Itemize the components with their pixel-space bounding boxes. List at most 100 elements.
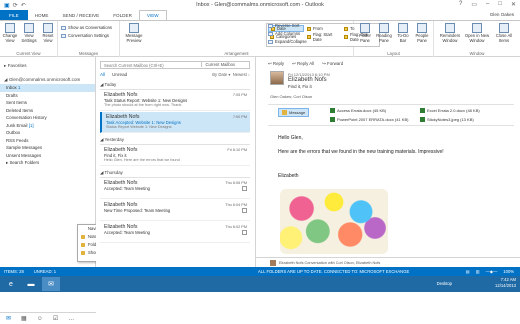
list-item[interactable]: Elizabeth Nofs Find it, Fix it Hello Gle…: [100, 145, 250, 166]
group-header-thursday[interactable]: ◢ Thursday: [100, 170, 250, 178]
message-preview-button[interactable]: Message Preview: [124, 23, 144, 44]
taskbar: e ▬ ✉ Desktop 7:42 AM 12/14/2013: [0, 276, 520, 292]
ribbon-display-icon[interactable]: ▭: [471, 1, 477, 8]
folder-inbox[interactable]: Inbox 1: [0, 84, 95, 92]
reading-view-icon[interactable]: ▥: [476, 269, 480, 274]
ribbon: Change View View Settings Reset View Cur…: [0, 20, 520, 57]
people-pane-bar[interactable]: Elizabeth Nofs Conversation with Cori Ol…: [256, 257, 520, 267]
meeting-icon: [242, 230, 247, 235]
change-view-button[interactable]: Change View: [1, 23, 19, 44]
open-new-window-button[interactable]: Open in New Window: [464, 23, 490, 44]
group-header-today[interactable]: ◢ Today: [100, 82, 250, 90]
folder-search-folders[interactable]: ▸ Search Folders: [0, 159, 95, 167]
folder-unsent-messages[interactable]: Unsent Messages: [0, 152, 95, 160]
list-item[interactable]: Elizabeth Nofs Task Status Report: Websi…: [100, 90, 250, 111]
reading-pane-button[interactable]: Reading Pane: [375, 23, 393, 44]
word-doc-icon: [330, 117, 335, 122]
sort-controls[interactable]: By Date ▾ Newest ↓: [212, 72, 250, 77]
search-scope-dropdown[interactable]: Current Mailbox: [201, 62, 235, 67]
calendar-icon[interactable]: ▦: [21, 315, 27, 322]
attachment[interactable]: Excel Errata 2.0.docx (48 KB): [420, 108, 480, 113]
expand-collapse-button[interactable]: Expand/Collapse: [268, 39, 307, 44]
checkbox-icon: [61, 25, 66, 30]
group-header-yesterday[interactable]: ◢ Yesterday: [100, 137, 250, 145]
reminders-window-button[interactable]: Reminders Window: [438, 23, 462, 44]
group-label: Window: [469, 51, 485, 56]
filter-unread[interactable]: Unread: [112, 72, 127, 79]
view-settings-button[interactable]: View Settings: [20, 23, 38, 44]
normal-view-icon[interactable]: ▤: [466, 269, 470, 274]
attachment[interactable]: StickyNotes3.jpeg (13 KB): [420, 117, 474, 122]
favorites-header[interactable]: ▸ Favorites: [0, 57, 95, 69]
attachment[interactable]: Access Errata.docx (45 KB): [330, 108, 386, 113]
zoom-level[interactable]: 100%: [503, 269, 514, 274]
tab-send-receive[interactable]: SEND / RECEIVE: [55, 10, 106, 20]
tab-home[interactable]: HOME: [28, 10, 56, 20]
account-header[interactable]: ◢ Glen@commalms.onmicrosoft.com: [0, 69, 95, 84]
folder-outbox[interactable]: Outbox: [0, 129, 95, 137]
reverse-sort-button[interactable]: Reverse Sort: [268, 23, 299, 28]
sender-avatar[interactable]: [270, 71, 284, 85]
clock[interactable]: 7:42 AM 12/14/2013: [495, 277, 516, 289]
message-sender[interactable]: Elizabeth Nofs: [288, 77, 327, 83]
folder-deleted-items[interactable]: Deleted Items: [0, 107, 95, 115]
zoom-slider[interactable]: —◆—: [486, 269, 498, 274]
body-signature: Elizabeth: [278, 173, 299, 179]
arrange-flag-start[interactable]: Flag: Start Date: [305, 32, 341, 42]
mail-icon[interactable]: ✉: [6, 315, 11, 322]
group-current-view: Change View View Settings Reset View Cur…: [0, 21, 58, 57]
list-item[interactable]: Elizabeth Nofs New Time Proposed: Team M…: [100, 200, 250, 221]
folder-conversation-history[interactable]: Conversation History: [0, 114, 95, 122]
attachments-bar: Message Access Errata.docx (45 KB) Excel…: [268, 104, 514, 126]
folder-sent-items[interactable]: Sent Items: [0, 99, 95, 107]
tab-folder[interactable]: FOLDER: [106, 10, 139, 20]
meeting-icon: [242, 208, 247, 213]
reply-all-button[interactable]: ↩ Reply All: [292, 61, 314, 67]
forward-button[interactable]: ↪ Forward: [322, 61, 343, 67]
people-pane-button[interactable]: People Pane: [413, 23, 431, 44]
connection-status: ALL FOLDERS ARE UP TO DATE. CONNECTED TO…: [258, 269, 410, 274]
signed-in-user[interactable]: Glen Oakes: [490, 12, 514, 17]
list-item[interactable]: Elizabeth Nofs Accepted: Team Meeting Th…: [100, 222, 250, 243]
list-item[interactable]: Elizabeth Nofs Task Accepted: Website 1:…: [100, 112, 250, 133]
new-window-icon: [472, 23, 482, 33]
desktop-toolbar[interactable]: Desktop: [437, 281, 452, 286]
more-icon[interactable]: …: [68, 316, 74, 322]
word-doc-icon: [330, 108, 335, 113]
close-icon[interactable]: ✕: [511, 1, 516, 8]
group-label: Layout: [387, 51, 400, 56]
folder-junk-email[interactable]: Junk Email [1]: [0, 122, 95, 130]
todo-bar-button[interactable]: To-Do Bar: [394, 23, 412, 44]
reply-button[interactable]: ↩ Reply: [268, 61, 284, 67]
attachment[interactable]: PowerPoint 2007 ERRATA.docx (41 KB): [330, 117, 408, 122]
tab-file[interactable]: FILE: [0, 10, 28, 20]
minimize-icon[interactable]: –: [486, 1, 489, 8]
group-label: Arrangement: [224, 51, 249, 56]
reset-view-button[interactable]: Reset View: [39, 23, 57, 44]
body-text: Here are the errors that we found in the…: [278, 149, 444, 155]
list-filters: All Unread By Date ▾ Newest ↓: [100, 72, 252, 79]
folder-pane-button[interactable]: Folder Pane: [356, 23, 374, 44]
conversation-settings-button[interactable]: Conversation Settings: [61, 33, 109, 38]
file-explorer-icon[interactable]: ▬: [22, 277, 40, 291]
folder-pane-icon: [360, 23, 370, 33]
folder-sample-messages[interactable]: Sample Messages: [0, 144, 95, 152]
people-icon[interactable]: ☺: [37, 316, 43, 322]
group-label: Current View: [16, 51, 41, 56]
attachment-message[interactable]: Message: [278, 108, 310, 117]
search-input[interactable]: Search Current Mailbox (Ctrl+E) Current M…: [100, 61, 250, 69]
folder-rss-feeds[interactable]: RSS Feeds: [0, 137, 95, 145]
add-columns-button[interactable]: Add Columns: [268, 31, 300, 36]
help-icon[interactable]: ?: [459, 1, 462, 8]
tab-view[interactable]: VIEW: [138, 10, 167, 20]
folder-drafts[interactable]: Drafts: [0, 92, 95, 100]
outlook-taskbar-icon[interactable]: ✉: [42, 277, 60, 291]
tasks-icon[interactable]: ☑: [53, 315, 58, 322]
filter-all[interactable]: All: [100, 72, 105, 79]
maximize-icon[interactable]: □: [498, 1, 502, 8]
close-all-items-button[interactable]: Close All Items: [492, 23, 516, 44]
reading-pane-icon: [379, 23, 389, 33]
list-item[interactable]: Elizabeth Nofs Accepted: Team Meeting Th…: [100, 178, 250, 199]
ie-icon[interactable]: e: [2, 277, 20, 291]
show-as-conversations-checkbox[interactable]: Show as Conversations: [61, 25, 112, 30]
